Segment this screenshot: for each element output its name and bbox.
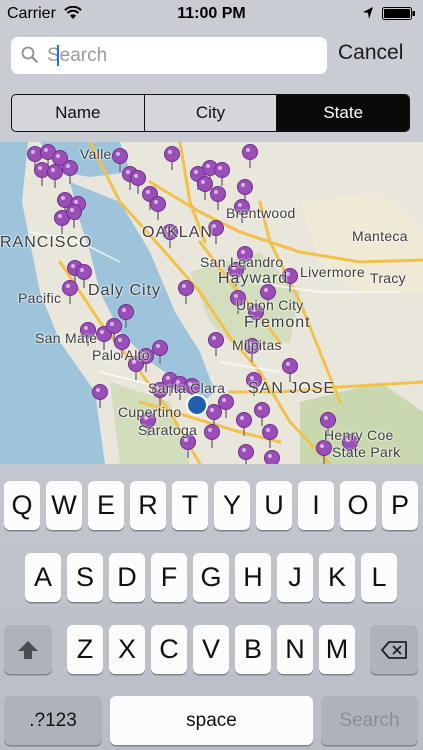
key-w[interactable]: W [46, 481, 82, 530]
map-view[interactable]: Valle RANCISCO OAKLAN Brentwood Manteca … [0, 142, 423, 464]
key-u[interactable]: U [256, 481, 292, 530]
map-label-san-mateo: San Mate [35, 330, 98, 346]
key-p[interactable]: P [382, 481, 418, 530]
map-label-palo-alto: Palo Alto [92, 347, 150, 363]
location-arrow-icon [363, 7, 373, 19]
map-label-vallejo: Valle [80, 146, 112, 162]
map-label-henry-coe: Henry Coe [324, 427, 394, 443]
map-label-san-leandro: San Leandro [200, 254, 284, 270]
text-cursor [57, 45, 59, 66]
map-label-milpitas: Milpitas [232, 337, 282, 353]
map-label-saratoga: Saratoga [138, 422, 198, 438]
key-z[interactable]: Z [67, 625, 103, 674]
key-h[interactable]: H [235, 553, 271, 602]
key-i[interactable]: I [298, 481, 334, 530]
map-label-brentwood: Brentwood [226, 205, 296, 221]
key-q[interactable]: Q [4, 481, 40, 530]
shift-key[interactable] [4, 625, 52, 674]
key-t[interactable]: T [172, 481, 208, 530]
map-label-tracy: Tracy [370, 270, 406, 286]
search-input[interactable] [47, 41, 317, 70]
map-label-santa-clara: Santa Clara [148, 380, 226, 396]
map-label-daly-city: Daly City [88, 282, 162, 299]
map-label-pacifica: Pacific [18, 290, 62, 306]
search-icon [21, 46, 39, 64]
numbers-key[interactable]: .?123 [4, 696, 102, 745]
key-g[interactable]: G [193, 553, 229, 602]
key-m[interactable]: M [319, 625, 355, 674]
status-time: 11:00 PM [177, 5, 246, 22]
map-label-san-jose: SAN JOSE [248, 380, 336, 397]
backspace-icon [381, 640, 407, 659]
map-label-francisco: RANCISCO [0, 234, 93, 251]
segment-name[interactable]: Name [12, 95, 144, 131]
map-label-hayward: Hayward [218, 270, 289, 287]
cancel-button[interactable]: Cancel [338, 41, 403, 65]
key-r[interactable]: R [130, 481, 166, 530]
delete-key[interactable] [370, 625, 418, 674]
key-a[interactable]: A [25, 553, 61, 602]
current-location-dot [186, 394, 208, 416]
segment-city[interactable]: City [143, 95, 277, 131]
space-key[interactable]: space [110, 696, 313, 745]
search-field[interactable] [11, 37, 327, 74]
keyboard: Q W E R T Y U I O P A S D F G H J K L Z … [0, 464, 423, 750]
key-s[interactable]: S [67, 553, 103, 602]
key-j[interactable]: J [277, 553, 313, 602]
segment-state[interactable]: State [276, 95, 409, 131]
search-key[interactable]: Search [321, 696, 418, 745]
status-bar: Carrier 11:00 PM [0, 0, 423, 28]
key-o[interactable]: O [340, 481, 376, 530]
map-label-state-park: State Park [332, 444, 401, 460]
shift-arrow-icon [18, 640, 38, 659]
map-label-livermore: Livermore [300, 264, 365, 280]
map-label-fremont: Fremont [244, 314, 311, 331]
key-c[interactable]: C [151, 625, 187, 674]
key-f[interactable]: F [151, 553, 187, 602]
map-label-oakland: OAKLAN [142, 224, 213, 241]
map-canvas [0, 142, 423, 464]
key-d[interactable]: D [109, 553, 145, 602]
key-n[interactable]: N [277, 625, 313, 674]
map-label-manteca: Manteca [352, 228, 408, 244]
key-k[interactable]: K [319, 553, 355, 602]
key-b[interactable]: B [235, 625, 271, 674]
key-x[interactable]: X [109, 625, 145, 674]
battery-icon [382, 7, 415, 20]
key-e[interactable]: E [88, 481, 124, 530]
map-label-union-city: Union City [236, 297, 304, 313]
key-l[interactable]: L [361, 553, 397, 602]
map-label-cupertino: Cupertino [118, 404, 182, 420]
key-v[interactable]: V [193, 625, 229, 674]
key-y[interactable]: Y [214, 481, 250, 530]
filter-segmented-control: Name City State [11, 94, 410, 132]
